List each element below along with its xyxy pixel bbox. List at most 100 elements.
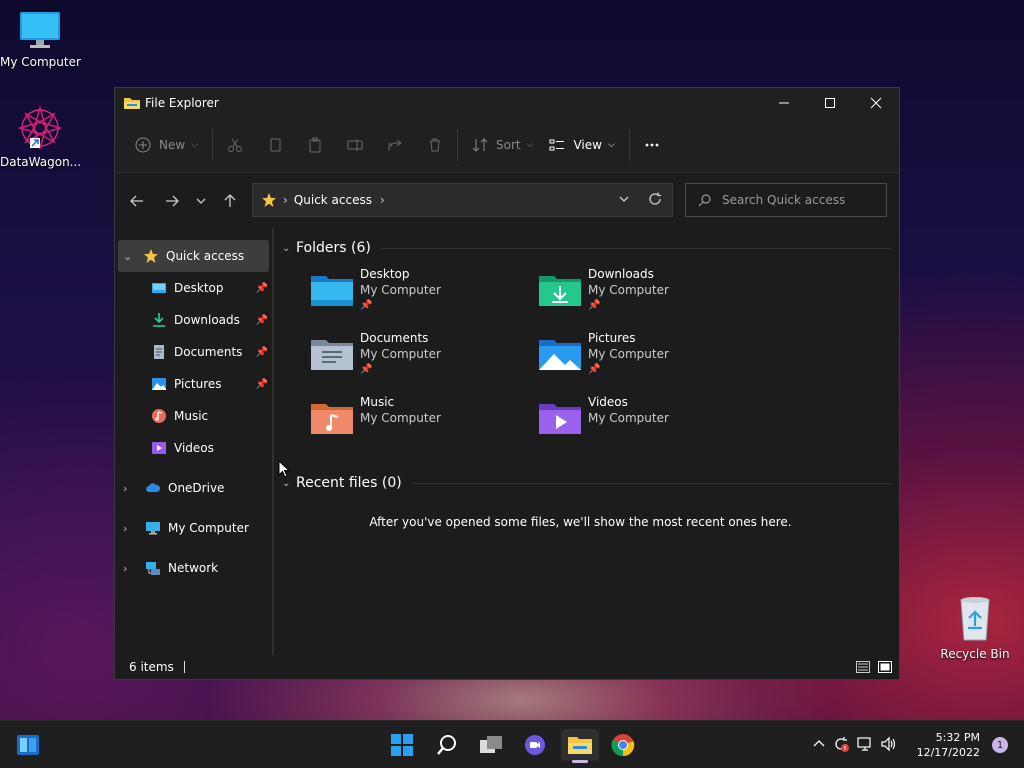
folder-tile-videos[interactable]: Videos My Computer (538, 394, 766, 458)
widgets-button[interactable] (12, 729, 44, 761)
close-icon (870, 97, 882, 109)
notification-badge[interactable]: 1 (992, 737, 1008, 753)
navigation-pane[interactable]: ⌄ Quick access Desktop 📌 Downloads 📌 Doc… (115, 228, 274, 655)
desktop-icon-my-computer[interactable]: My Computer (0, 10, 81, 69)
volume-icon (881, 736, 896, 751)
start-button[interactable] (386, 729, 418, 761)
breadcrumb-quick-access[interactable]: Quick access (294, 193, 372, 207)
sidebar-item-my-computer[interactable]: › My Computer (115, 512, 272, 544)
cut-button[interactable] (219, 129, 251, 161)
desktop-icon-recycle-bin[interactable]: Recycle Bin (935, 596, 1015, 661)
sidebar-item-onedrive[interactable]: › OneDrive (115, 472, 272, 504)
pin-icon: 📌 (255, 346, 268, 358)
paste-button[interactable] (299, 129, 331, 161)
chevron-down-icon (619, 196, 629, 202)
copy-button[interactable] (259, 129, 291, 161)
forward-button[interactable] (156, 185, 188, 217)
search-input[interactable] (722, 193, 872, 207)
network-status-button[interactable] (856, 735, 874, 756)
sidebar-item-label: Quick access (166, 249, 245, 263)
view-label: View (573, 138, 602, 152)
videos-folder-icon (539, 404, 581, 434)
new-button[interactable]: New ⌵ (127, 129, 206, 161)
sidebar-item-music[interactable]: Music (115, 400, 272, 432)
sidebar-item-quick-access[interactable]: ⌄ Quick access (118, 240, 269, 272)
minimize-icon (779, 102, 789, 104)
sidebar-item-downloads[interactable]: Downloads 📌 (115, 304, 272, 336)
mouse-cursor-icon (278, 460, 290, 478)
expand-chevron-icon[interactable]: › (123, 562, 137, 575)
rename-button[interactable] (339, 129, 371, 161)
recent-files-section-header[interactable]: ⌄ Recent files (0) (282, 471, 899, 495)
folder-tile-pictures[interactable]: Pictures My Computer 📌 (538, 330, 766, 394)
show-hidden-icons-button[interactable] (812, 737, 826, 754)
desktop-folder-icon (151, 280, 167, 296)
expand-chevron-icon[interactable]: ⌄ (123, 250, 137, 263)
maximize-icon (825, 98, 835, 108)
search-taskbar-button[interactable] (431, 729, 463, 761)
clock-button[interactable]: 5:32 PM 12/17/2022 (917, 730, 980, 760)
folders-section-header[interactable]: ⌄ Folders (6) (282, 236, 899, 260)
minimize-button[interactable] (761, 88, 807, 118)
maximize-button[interactable] (807, 88, 853, 118)
recent-locations-button[interactable] (188, 185, 214, 217)
file-list-pane[interactable]: ⌄ Folders (6) Desktop My Computer 📌 Down… (274, 228, 899, 655)
video-icon (151, 440, 167, 456)
sidebar-item-network[interactable]: › Network (115, 552, 272, 584)
music-folder-icon (311, 404, 353, 434)
share-icon (388, 139, 402, 151)
close-button[interactable] (853, 88, 899, 118)
tiles-view-button[interactable] (877, 659, 893, 678)
sidebar-item-pictures[interactable]: Pictures 📌 (115, 368, 272, 400)
pin-icon: 📌 (255, 314, 268, 326)
expand-chevron-icon[interactable]: › (123, 522, 137, 535)
folder-tile-downloads[interactable]: Downloads My Computer 📌 (538, 266, 766, 330)
command-bar: New ⌵ Sort ⌵ View ⌵ (115, 118, 899, 173)
rename-icon (347, 139, 363, 151)
star-icon (143, 248, 159, 264)
desktop-icon-datawagon[interactable]: DataWagon... (0, 104, 81, 169)
expand-chevron-icon[interactable]: › (123, 482, 137, 495)
chat-button[interactable] (519, 729, 551, 761)
address-dropdown-button[interactable] (618, 193, 630, 208)
folder-name: Desktop (360, 267, 410, 281)
title-bar[interactable]: File Explorer (115, 88, 899, 118)
chevron-down-icon: ⌵ (607, 140, 615, 150)
view-button[interactable]: View ⌵ (541, 129, 622, 161)
sidebar-item-videos[interactable]: Videos (115, 432, 272, 464)
file-explorer-taskbar-button[interactable] (561, 729, 599, 763)
sidebar-item-label: Downloads (174, 313, 240, 327)
search-box[interactable] (685, 183, 887, 217)
file-explorer-icon (124, 98, 140, 109)
sidebar-item-label: Pictures (174, 377, 222, 391)
sync-error-icon (835, 736, 849, 752)
share-button[interactable] (379, 129, 411, 161)
up-button[interactable] (214, 185, 246, 217)
delete-button[interactable] (419, 129, 451, 161)
volume-button[interactable] (880, 735, 898, 756)
address-bar[interactable]: › Quick access › (252, 183, 673, 217)
chat-camera-icon (525, 735, 545, 755)
sort-button[interactable]: Sort ⌵ (464, 129, 541, 161)
chrome-button[interactable] (607, 729, 639, 761)
details-view-button[interactable] (855, 659, 871, 678)
folder-tile-music[interactable]: Music My Computer (310, 394, 538, 458)
datawagon-logo-icon (17, 105, 63, 151)
tiles-view-icon (878, 661, 892, 673)
folder-tile-desktop[interactable]: Desktop My Computer 📌 (310, 266, 538, 330)
status-divider (183, 661, 185, 673)
chevron-right-icon[interactable]: › (380, 193, 385, 207)
back-button[interactable] (121, 185, 153, 217)
task-view-button[interactable] (475, 729, 507, 761)
pictures-icon (151, 376, 167, 392)
refresh-button[interactable] (648, 192, 662, 209)
sidebar-item-desktop[interactable]: Desktop 📌 (115, 272, 272, 304)
sidebar-item-label: Network (168, 561, 219, 575)
section-divider (380, 247, 891, 249)
more-options-button[interactable] (636, 129, 668, 161)
sidebar-item-documents[interactable]: Documents 📌 (115, 336, 272, 368)
folder-tile-documents[interactable]: Documents My Computer 📌 (310, 330, 538, 394)
sync-status-button[interactable] (832, 735, 850, 756)
pin-icon: 📌 (588, 300, 601, 311)
ellipsis-icon (645, 143, 659, 147)
